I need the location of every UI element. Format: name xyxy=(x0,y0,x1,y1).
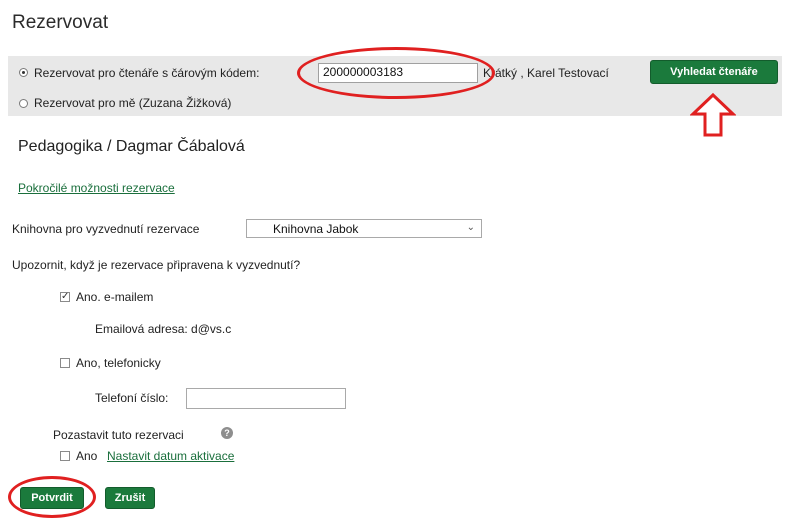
help-icon[interactable]: ? xyxy=(221,427,233,439)
suspend-checkbox[interactable] xyxy=(60,451,70,461)
radio-barcode-patron[interactable] xyxy=(19,68,28,77)
phone-checkbox-label: Ano, telefonicky xyxy=(76,356,161,370)
radio-self-label: Rezervovat pro mě (Zuzana Žižková) xyxy=(34,96,232,110)
radio-self[interactable] xyxy=(19,99,28,108)
chevron-down-icon: ⌄ xyxy=(466,222,475,233)
find-patron-button[interactable]: Vyhledat čtenáře xyxy=(650,60,778,84)
suspend-checkbox-label: Ano xyxy=(76,449,98,463)
phone-checkbox[interactable] xyxy=(60,358,70,368)
cancel-button[interactable]: Zrušit xyxy=(105,487,155,509)
arrow-up-icon xyxy=(690,92,736,137)
email-address-text: Emailová adresa: d@vs.c xyxy=(95,322,232,336)
suspend-label: Pozastavit tuto rezervaci xyxy=(53,428,184,442)
patron-name: Krátký , Karel Testovací xyxy=(483,66,609,80)
barcode-input[interactable]: 200000003183 xyxy=(318,63,478,83)
advanced-options-link[interactable]: Pokročilé možnosti rezervace xyxy=(18,181,175,195)
phone-field-label: Telefoní číslo: xyxy=(95,391,169,405)
email-checkbox[interactable]: ✓ xyxy=(60,292,70,302)
phone-input[interactable] xyxy=(186,388,346,409)
confirm-button[interactable]: Potvrdit xyxy=(20,487,84,509)
email-checkbox-label: Ano. e-mailem xyxy=(76,290,154,304)
pickup-library-value: Knihovna Jabok xyxy=(273,222,359,236)
item-heading: Pedagogika / Dagmar Čábalová xyxy=(18,138,245,155)
pickup-library-label: Knihovna pro vyzvednutí rezervace xyxy=(12,222,200,236)
page-title: Rezervovat xyxy=(12,12,109,33)
radio-barcode-label: Rezervovat pro čtenáře s čárovým kódem: xyxy=(34,66,260,80)
pickup-library-select[interactable]: Knihovna Jabok ⌄ xyxy=(246,219,482,238)
notify-question: Upozornit, když je rezervace připravena … xyxy=(12,258,301,272)
set-activation-date-link[interactable]: Nastavit datum aktivace xyxy=(107,449,234,463)
